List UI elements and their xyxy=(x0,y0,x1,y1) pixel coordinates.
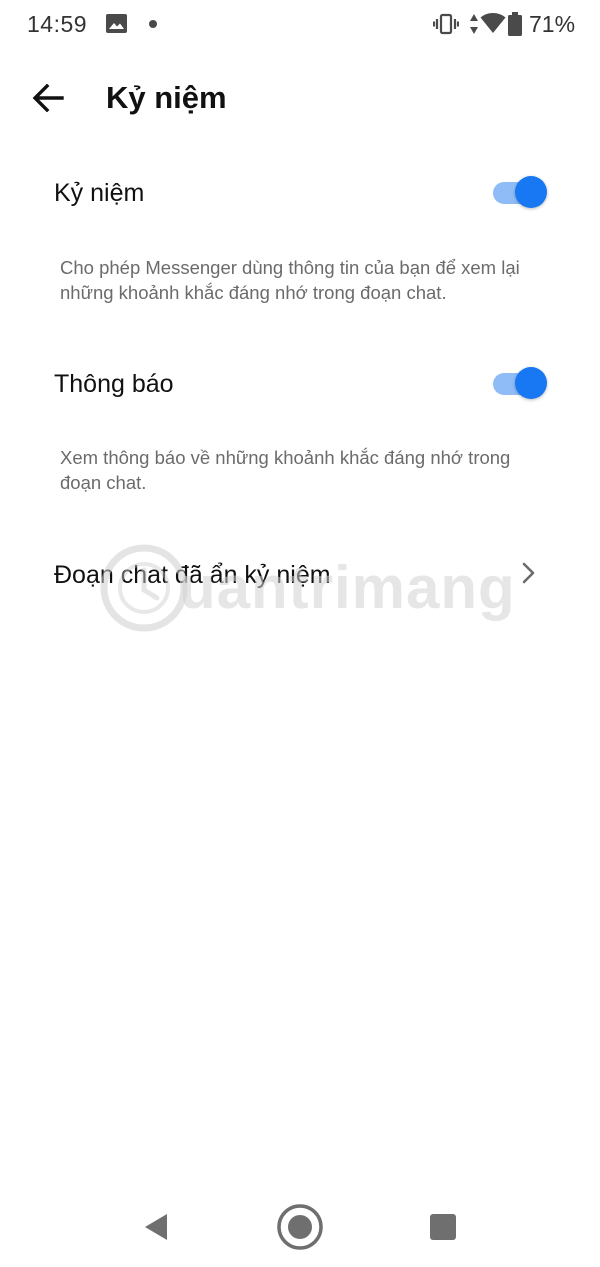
mobile-data-icon xyxy=(470,14,478,34)
page-title: Kỷ niệm xyxy=(106,80,227,115)
hidden-memories-chats-row[interactable]: Đoạn chat đã ẩn kỷ niệm xyxy=(0,540,600,610)
setting-row-notifications[interactable]: Thông báo xyxy=(0,349,600,419)
notification-dot-icon xyxy=(149,20,157,28)
setting-description-memories: Cho phép Messenger dùng thông tin của bạ… xyxy=(60,257,520,303)
setting-label-notifications: Thông báo xyxy=(54,370,174,398)
arrow-left-icon xyxy=(32,84,64,112)
memories-toggle[interactable] xyxy=(493,175,547,211)
setting-label-memories: Kỷ niệm xyxy=(54,179,145,207)
notifications-toggle[interactable] xyxy=(493,366,547,402)
gallery-icon xyxy=(106,14,127,33)
battery-percent: 71% xyxy=(529,11,576,37)
status-time: 14:59 xyxy=(27,11,88,37)
hidden-memories-chats-label: Đoạn chat đã ẩn kỷ niệm xyxy=(54,561,331,589)
setting-description-notifications: Xem thông báo về những khoảnh khắc đáng … xyxy=(60,447,511,493)
vibrate-icon xyxy=(433,13,459,35)
toggle-thumb xyxy=(515,176,547,208)
chevron-right-icon xyxy=(522,562,535,584)
status-bar: 14:59 71% xyxy=(0,0,600,52)
home-circle-icon[interactable] xyxy=(276,1203,324,1251)
back-triangle-icon[interactable] xyxy=(143,1212,169,1242)
back-button[interactable] xyxy=(24,74,72,122)
toggle-thumb xyxy=(515,367,547,399)
wifi-icon xyxy=(480,13,506,33)
recents-square-icon[interactable] xyxy=(430,1214,456,1240)
battery-icon xyxy=(508,12,522,36)
setting-row-memories[interactable]: Kỷ niệm xyxy=(0,158,600,228)
